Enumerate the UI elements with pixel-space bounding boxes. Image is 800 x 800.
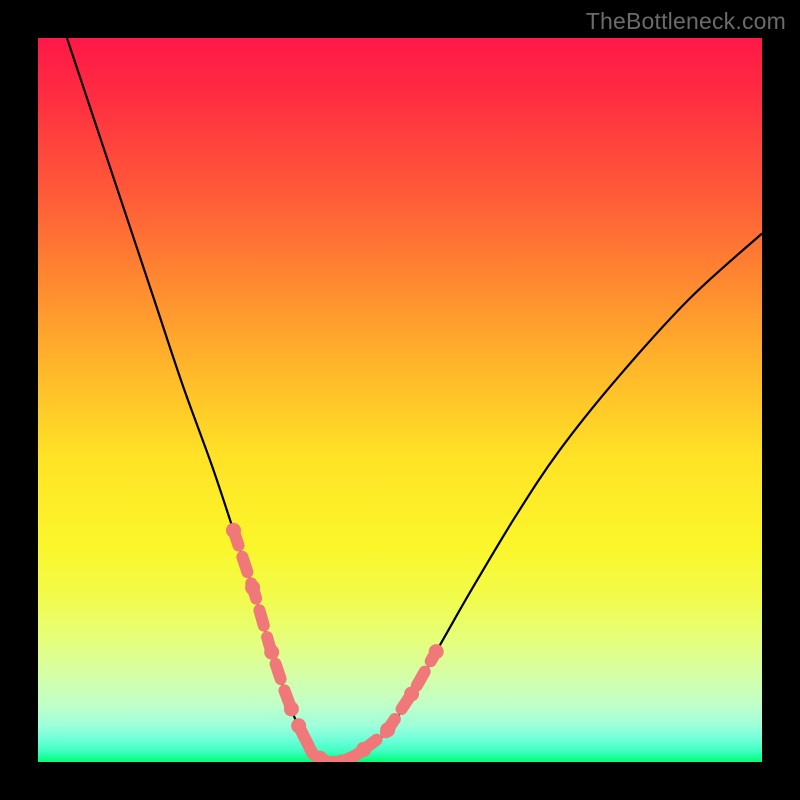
watermark-label: TheBottleneck.com: [586, 8, 786, 35]
curve-svg: [38, 38, 762, 762]
marker-segment: [364, 652, 436, 750]
plot-area: [38, 38, 762, 762]
marker-dot: [356, 742, 371, 757]
marker-dot: [264, 645, 279, 660]
bottleneck-curve: [67, 38, 762, 762]
marker-dot: [284, 701, 299, 716]
marker-dot: [245, 580, 260, 595]
marker-dot: [429, 644, 444, 659]
marker-segment: [299, 726, 364, 762]
marker-dot: [291, 718, 306, 733]
chart-frame: TheBottleneck.com: [0, 0, 800, 800]
marker-dot: [226, 523, 241, 538]
marker-segment: [233, 530, 291, 709]
marker-dot: [404, 686, 419, 701]
marker-dot: [380, 722, 395, 737]
